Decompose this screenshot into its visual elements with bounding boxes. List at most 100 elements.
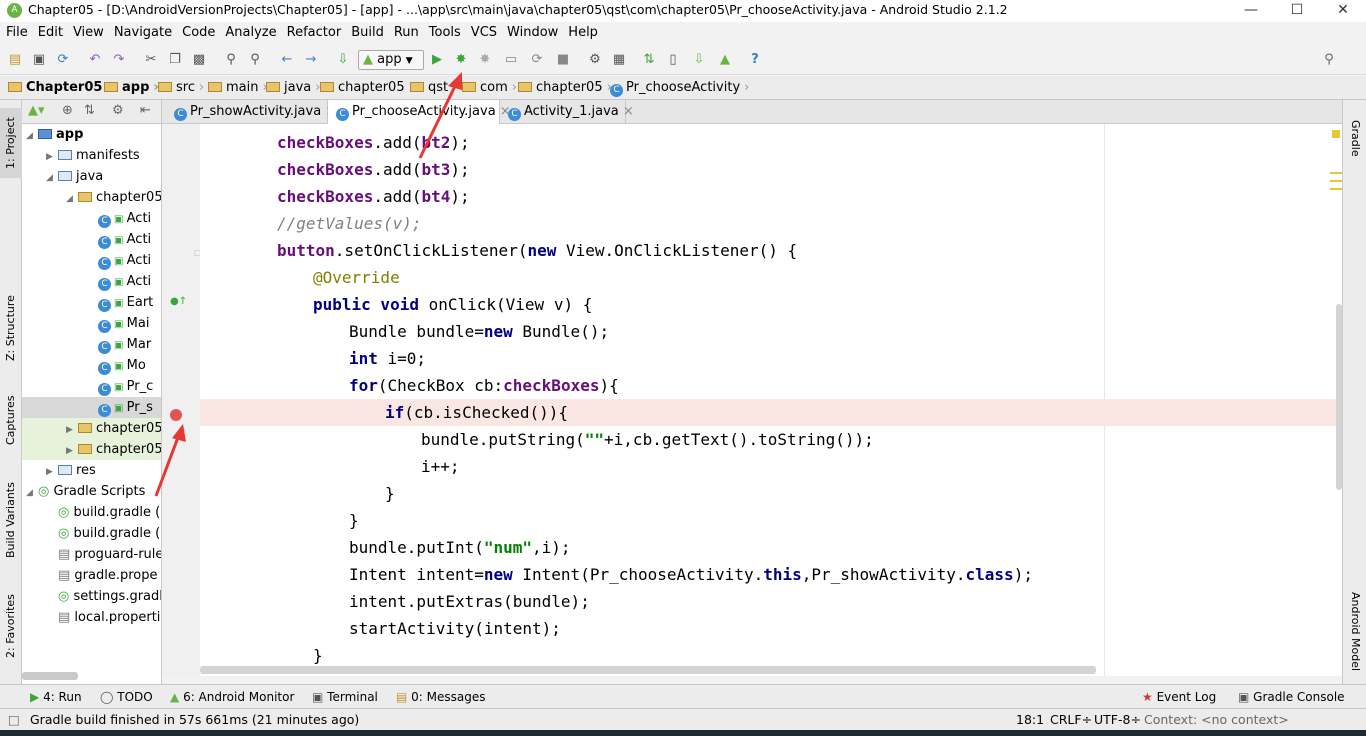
tool-run[interactable]: ▶ 4: Run xyxy=(30,685,82,709)
attach-debugger-icon[interactable]: ✸ xyxy=(476,51,494,69)
minimize-button[interactable]: — xyxy=(1228,0,1274,22)
tree-item[interactable]: ▶ res xyxy=(22,460,161,483)
run-config-select[interactable]: ▲ app ▼ xyxy=(358,50,424,70)
tree-item[interactable]: ◢ java xyxy=(22,166,161,189)
breadcrumb-item[interactable]: chapter05› xyxy=(320,76,414,100)
maximize-button[interactable]: ☐ xyxy=(1274,0,1320,22)
tree-item[interactable]: ◎ build.gradle ( xyxy=(22,523,161,544)
override-marker-icon[interactable]: ●↑ xyxy=(170,296,187,307)
code-line[interactable]: i++; xyxy=(200,453,1342,480)
code-line[interactable]: button.setOnClickListener(new View.OnCli… xyxy=(200,237,1342,264)
menu-tools[interactable]: Tools xyxy=(424,22,466,44)
close-button[interactable]: ✕ xyxy=(1320,0,1366,22)
tool-android-monitor[interactable]: ▲ 6: Android Monitor xyxy=(170,685,294,709)
expand-arrow-icon[interactable]: ◢ xyxy=(26,126,38,147)
tab-structure[interactable]: Z: Structure xyxy=(0,290,22,366)
tool-gradle-console[interactable]: ▣ Gradle Console xyxy=(1238,685,1345,709)
tree-item[interactable]: C ▣ Mai xyxy=(22,313,161,334)
settings-icon[interactable]: ▦ xyxy=(610,51,628,69)
tree-item[interactable]: C ▣ Mar xyxy=(22,334,161,355)
tree-item[interactable]: ◎ settings.gradl xyxy=(22,586,161,607)
avd-manager-icon[interactable]: ▯ xyxy=(664,51,682,69)
tree-item[interactable]: C ▣ Pr_s xyxy=(22,397,161,418)
collapse-arrow-icon[interactable]: ▶ xyxy=(66,441,78,462)
expand-arrow-icon[interactable]: ◢ xyxy=(26,483,38,504)
warning-marker[interactable] xyxy=(1332,130,1340,138)
tree-item[interactable]: C ▣ Acti xyxy=(22,229,161,250)
tab-activity-1[interactable]: C Activity_1.java × xyxy=(500,100,634,124)
code-line[interactable]: } xyxy=(200,507,1342,534)
tree-item[interactable]: C ▣ Acti xyxy=(22,208,161,229)
tab-pr-chooseactivity[interactable]: C Pr_chooseActivity.java × xyxy=(328,100,511,124)
android-device-monitor-icon[interactable]: ▲ xyxy=(716,51,734,69)
forward-icon[interactable]: → xyxy=(302,51,320,69)
code-line[interactable]: public void onClick(View v) { xyxy=(200,291,1342,318)
project-structure-icon[interactable]: ⚙ xyxy=(586,51,604,69)
cut-icon[interactable]: ✂ xyxy=(142,51,160,69)
error-stripe-mark[interactable] xyxy=(1330,188,1342,190)
android-view-icon[interactable]: ▲▾ xyxy=(28,103,45,118)
collapse-all-icon[interactable]: ⇅ xyxy=(84,103,95,118)
apply-changes-icon[interactable]: ▭ xyxy=(502,51,520,69)
tab-build-variants[interactable]: Build Variants xyxy=(0,480,22,560)
undo-icon[interactable]: ↶ xyxy=(86,51,104,69)
tree-item[interactable]: C ▣ Pr_c xyxy=(22,376,161,397)
breakpoint-icon[interactable] xyxy=(170,409,182,421)
menu-refactor[interactable]: Refactor xyxy=(282,22,347,44)
code-line[interactable]: bundle.putString(""+i,cb.getText().toStr… xyxy=(200,426,1342,453)
code-line[interactable]: } xyxy=(200,480,1342,507)
tree-item[interactable]: ▤ proguard-rule xyxy=(22,544,161,565)
code-editor[interactable]: checkBoxes.add(bt2); checkBoxes.add(bt3);… xyxy=(200,124,1342,676)
tool-terminal[interactable]: ▣ Terminal xyxy=(312,685,378,709)
gear-icon[interactable]: ⚙ xyxy=(112,103,124,118)
open-folder-icon[interactable]: ▤ xyxy=(6,51,24,69)
tab-favorites[interactable]: 2: Favorites xyxy=(0,594,22,658)
code-line[interactable]: checkBoxes.add(bt2); xyxy=(200,129,1342,156)
code-line[interactable]: int i=0; xyxy=(200,345,1342,372)
breadcrumb-item[interactable]: qst › xyxy=(410,76,457,100)
breadcrumb-item[interactable]: Chapter05› xyxy=(8,76,112,100)
tree-item[interactable]: ▶ manifests xyxy=(22,145,161,168)
tree-item[interactable]: C ▣ Mo xyxy=(22,355,161,376)
collapse-arrow-icon[interactable]: ▶ xyxy=(46,147,58,168)
status-toggle-icon[interactable]: □ xyxy=(8,709,20,731)
editor-horizontal-scrollbar[interactable] xyxy=(200,666,1096,674)
status-message[interactable]: Gradle build finished in 57s 661ms (21 m… xyxy=(30,709,359,731)
breadcrumb-item[interactable]: C Pr_chooseActivity › xyxy=(610,76,749,100)
code-line[interactable]: startActivity(intent); xyxy=(200,615,1342,642)
tree-item[interactable]: ◢ ◎ Gradle Scripts xyxy=(22,481,161,504)
breadcrumb-item[interactable]: com › xyxy=(462,76,517,100)
code-line[interactable]: checkBoxes.add(bt4); xyxy=(200,183,1342,210)
menu-window[interactable]: Window xyxy=(502,22,563,44)
tab-android-model[interactable]: Android Model xyxy=(1344,590,1366,674)
menu-view[interactable]: View xyxy=(68,22,109,44)
collapse-arrow-icon[interactable]: ▶ xyxy=(46,462,58,483)
sync-gradle-icon[interactable]: ⇅ xyxy=(640,51,658,69)
code-line[interactable]: for(CheckBox cb:checkBoxes){ xyxy=(200,372,1342,399)
line-separator[interactable]: CRLF÷ xyxy=(1050,709,1092,731)
code-line[interactable]: } xyxy=(200,642,1342,669)
expand-arrow-icon[interactable]: ◢ xyxy=(46,168,58,189)
menu-vcs[interactable]: VCS xyxy=(466,22,502,44)
menu-navigate[interactable]: Navigate xyxy=(109,22,177,44)
sync-icon[interactable]: ⟳ xyxy=(54,51,72,69)
menu-run[interactable]: Run xyxy=(389,22,424,44)
tree-item[interactable]: ▶ chapter05 xyxy=(22,439,161,462)
menu-analyze[interactable]: Analyze xyxy=(220,22,281,44)
code-line[interactable]: checkBoxes.add(bt3); xyxy=(200,156,1342,183)
breadcrumb-item[interactable]: src › xyxy=(158,76,204,100)
context-indicator[interactable]: Context: <no context> xyxy=(1144,709,1289,731)
make-project-icon[interactable]: ⇩ xyxy=(334,51,352,69)
redo-icon[interactable]: ↷ xyxy=(110,51,128,69)
tool-messages[interactable]: ▤ 0: Messages xyxy=(396,685,486,709)
tree-item[interactable]: ▶ chapter05 xyxy=(22,418,161,439)
tab-project[interactable]: 1: Project xyxy=(0,108,22,178)
breadcrumb-item[interactable]: app › xyxy=(104,76,159,100)
debug-icon[interactable]: ✸ xyxy=(452,51,470,69)
sync-scroll-icon[interactable]: ⊕ xyxy=(62,103,73,118)
horizontal-scrollbar[interactable] xyxy=(22,672,78,680)
menu-help[interactable]: Help xyxy=(563,22,603,44)
hide-panel-icon[interactable]: ⇤ xyxy=(140,103,151,118)
expand-arrow-icon[interactable]: ◢ xyxy=(66,189,78,210)
menu-code[interactable]: Code xyxy=(177,22,220,44)
